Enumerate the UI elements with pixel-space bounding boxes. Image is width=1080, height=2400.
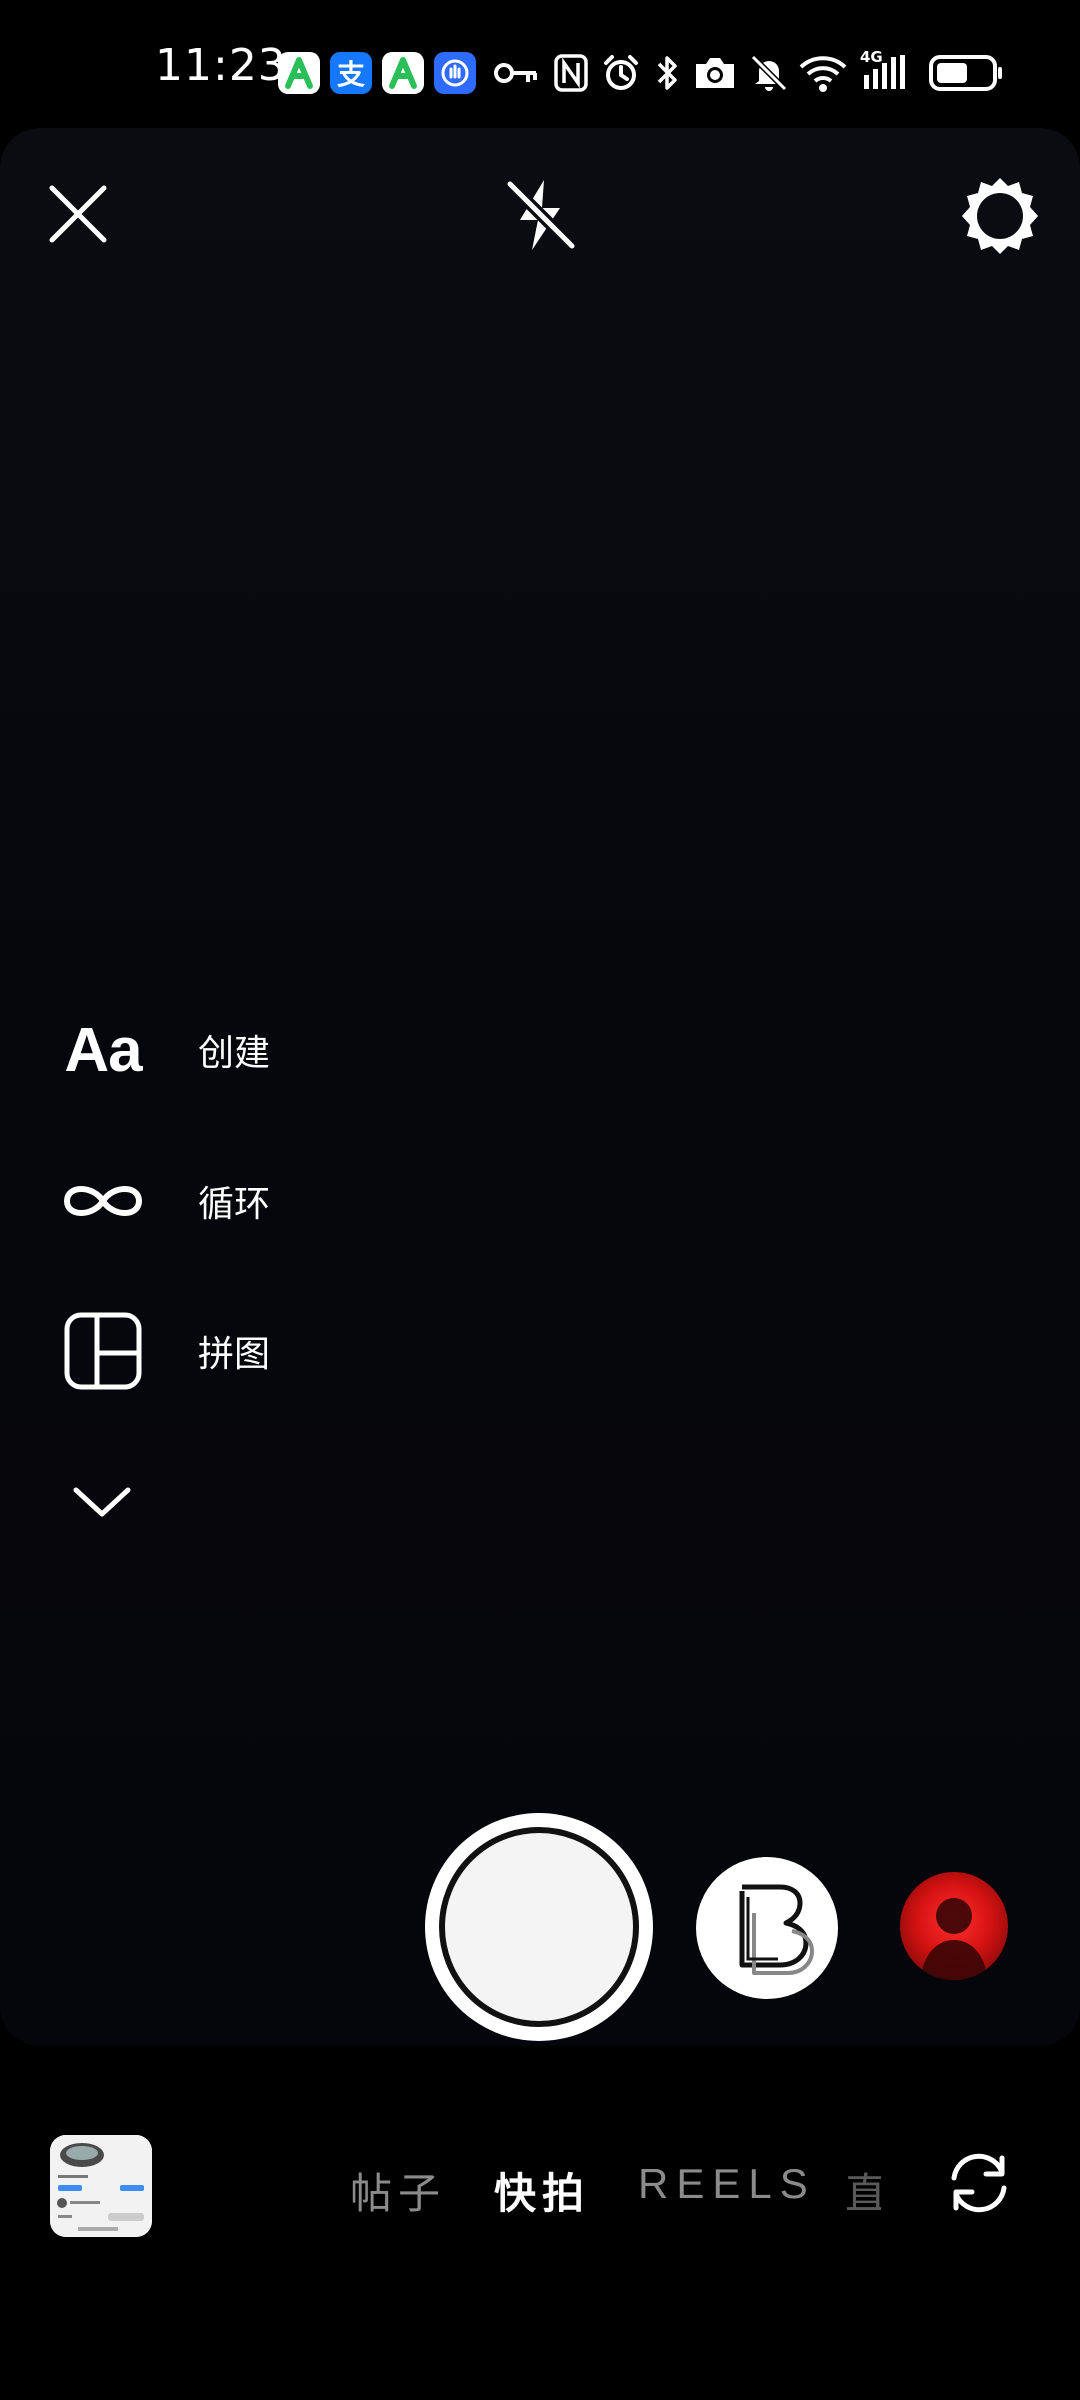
boomerang-icon — [739, 1884, 814, 1975]
camera-icon — [692, 52, 738, 94]
tab-post[interactable]: 帖子 — [350, 2160, 446, 2221]
layout-grid-icon — [58, 1306, 148, 1396]
tool-create-label: 创建 — [198, 1033, 271, 1074]
gallery-thumbnail[interactable] — [50, 2135, 152, 2237]
text-aa-icon: Aa — [64, 1015, 142, 1085]
gear-icon[interactable] — [958, 174, 1042, 258]
shutter-button[interactable] — [439, 1827, 639, 2027]
status-time: 11:23 — [155, 40, 287, 91]
flash-off-icon[interactable] — [500, 174, 582, 256]
alarm-icon — [600, 52, 642, 94]
flip-camera-icon[interactable] — [944, 2148, 1014, 2218]
tool-collage-label: 拼图 — [198, 1334, 271, 1375]
alipay-icon: 支 — [330, 52, 372, 94]
boomerang-button[interactable] — [696, 1857, 838, 1999]
mute-icon — [748, 52, 790, 94]
battery-icon — [928, 52, 1004, 94]
infinity-icon — [58, 1156, 148, 1246]
tab-story[interactable]: 快拍 — [494, 2160, 590, 2221]
bluetooth-icon — [654, 52, 682, 94]
wifi-icon — [798, 52, 848, 94]
portrait-silhouette-icon — [920, 1898, 988, 1980]
tool-loop-label: 循环 — [198, 1184, 271, 1225]
red-portrait-effect[interactable] — [900, 1872, 1008, 1980]
key-icon — [494, 52, 540, 94]
nfc-icon — [552, 52, 590, 94]
close-icon[interactable] — [44, 180, 112, 248]
app-a-green-icon — [382, 52, 424, 94]
tool-collage[interactable]: 拼图 — [58, 1306, 270, 1396]
tab-live[interactable]: 直 — [845, 2160, 881, 2221]
tool-create[interactable]: Aa 创建 — [58, 1005, 270, 1095]
4g-signal-icon: 4G — [858, 48, 918, 94]
app-a-green-icon — [278, 52, 320, 94]
tool-loop[interactable]: 循环 — [58, 1156, 270, 1246]
tab-reels[interactable]: REELS — [638, 2160, 816, 2208]
chevron-down-icon[interactable] — [70, 1482, 134, 1522]
app-hand-blue-icon — [434, 52, 476, 94]
